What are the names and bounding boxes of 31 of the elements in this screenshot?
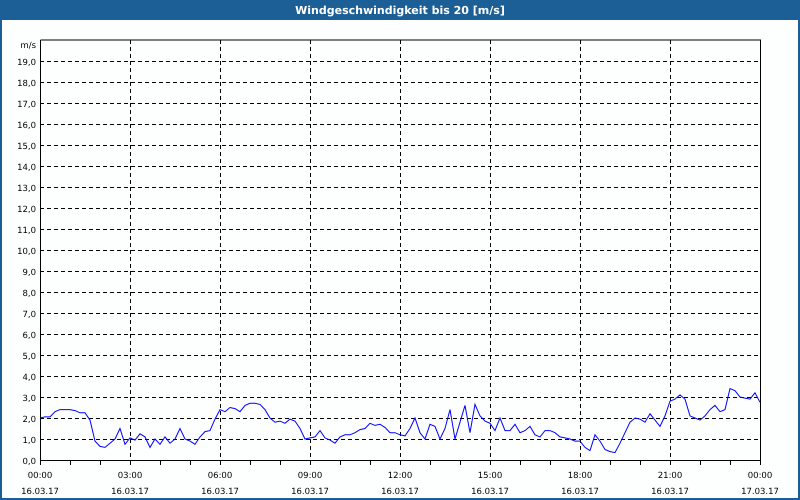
y-axis-tick-label: 7,0 (22, 310, 36, 320)
x-axis-tick-label: 09:00 16.03.17 (291, 471, 329, 497)
y-axis-tick-label: 2,0 (22, 415, 36, 425)
window-title: Windgeschwindigkeit bis 20 [m/s] (295, 4, 505, 16)
x-axis-tick-label: 06:00 16.03.17 (201, 471, 239, 497)
y-axis-tick-label: 11,0 (17, 226, 36, 236)
x-axis-tick-label: 21:00 16.03.17 (651, 471, 689, 497)
y-axis-tick-label: 13,0 (17, 184, 36, 194)
y-axis-tick-label: 4,0 (22, 373, 36, 383)
y-axis-tick-label: 14,0 (17, 163, 36, 173)
y-axis-tick-label: 6,0 (22, 331, 36, 341)
y-axis-tick-label: 18,0 (17, 79, 36, 89)
y-axis-tick-label: 19,0 (17, 58, 36, 68)
y-axis-tick-label: 3,0 (22, 394, 36, 404)
y-axis-tick-label: 10,0 (17, 247, 36, 257)
y-axis-tick-label: 0,0 (22, 457, 36, 467)
y-axis-tick-label: 17,0 (17, 100, 36, 110)
y-axis-tick-label: 1,0 (22, 436, 36, 446)
x-axis-tick-label: 03:00 16.03.17 (111, 471, 149, 497)
x-axis-tick-label: 00:00 17.03.17 (741, 471, 779, 497)
y-axis-tick-label: 9,0 (22, 268, 36, 278)
x-axis-tick-label: 12:00 16.03.17 (381, 471, 419, 497)
y-axis-tick-label: 5,0 (22, 352, 36, 362)
x-axis-tick-label: 18:00 16.03.17 (561, 471, 599, 497)
y-axis-label: m/s (20, 41, 36, 51)
y-axis-tick-label: 15,0 (17, 142, 36, 152)
y-axis-tick-label: 12,0 (17, 205, 36, 215)
y-axis-tick-label: 8,0 (22, 289, 36, 299)
x-axis-tick-label: 15:00 16.03.17 (471, 471, 509, 497)
x-axis-tick-label: 00:00 16.03.17 (21, 471, 59, 497)
y-axis-tick-label: 16,0 (17, 121, 36, 131)
